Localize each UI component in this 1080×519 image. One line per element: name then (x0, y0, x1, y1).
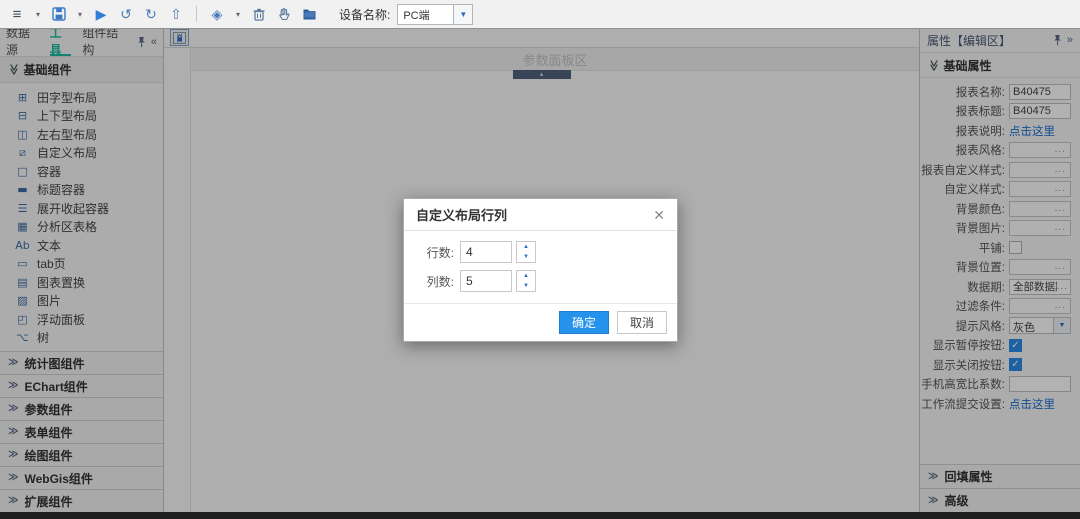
top-toolbar: ≡ ▾ ▾ ▶ ↺ ↻ ⇧ ◈ ▾ (0, 0, 1080, 29)
pan-hand-icon[interactable] (275, 5, 293, 23)
rows-label: 行数: (416, 244, 454, 261)
app-window: ≡ ▾ ▾ ▶ ↺ ↻ ⇧ ◈ ▾ (0, 0, 1080, 519)
device-select-value: PC端 (398, 5, 453, 24)
run-icon[interactable]: ▶ (92, 5, 110, 23)
redo-icon[interactable]: ↻ (142, 5, 160, 23)
save-caret-icon[interactable]: ▾ (75, 10, 85, 19)
cols-field-row: 列数: ▲ ▼ (416, 270, 665, 292)
stepper-up-icon[interactable]: ▲ (517, 271, 535, 281)
cancel-button[interactable]: 取消 (617, 311, 667, 334)
upload-icon[interactable]: ⇧ (167, 5, 185, 23)
cols-input[interactable] (460, 270, 512, 292)
dialog-header: 自定义布局行列 ✕ (404, 199, 677, 231)
device-select[interactable]: PC端 ▼ (397, 4, 473, 25)
save-icon[interactable] (50, 5, 68, 23)
format-paint-icon[interactable]: ◈ (208, 5, 226, 23)
menu-icon[interactable]: ≡ (8, 5, 26, 23)
rows-stepper: ▲ ▼ (516, 241, 536, 263)
dialog-body: 行数: ▲ ▼ 列数: ▲ ▼ (404, 231, 677, 303)
dialog-title: 自定义布局行列 (416, 205, 507, 224)
device-name-label: 设备名称: (339, 6, 390, 23)
stepper-up-icon[interactable]: ▲ (517, 242, 535, 252)
bottom-edge (0, 512, 1080, 519)
delete-icon[interactable] (250, 5, 268, 23)
stepper-down-icon[interactable]: ▼ (517, 252, 535, 262)
ok-button[interactable]: 确定 (559, 311, 609, 334)
close-icon[interactable]: ✕ (653, 208, 665, 222)
custom-layout-dialog: 自定义布局行列 ✕ 行数: ▲ ▼ 列数: ▲ ▼ 确定 (403, 198, 678, 342)
copy-panel-icon[interactable] (300, 5, 318, 23)
menu-caret-icon[interactable]: ▾ (33, 10, 43, 19)
rows-input[interactable] (460, 241, 512, 263)
stepper-down-icon[interactable]: ▼ (517, 281, 535, 291)
chevron-down-icon[interactable]: ▼ (453, 5, 472, 24)
format-caret-icon[interactable]: ▾ (233, 10, 243, 19)
rows-field-row: 行数: ▲ ▼ (416, 241, 665, 263)
toolbar-separator (196, 6, 197, 22)
cols-label: 列数: (416, 273, 454, 290)
dialog-footer: 确定 取消 (404, 303, 677, 341)
cols-stepper: ▲ ▼ (516, 270, 536, 292)
undo-icon[interactable]: ↺ (117, 5, 135, 23)
